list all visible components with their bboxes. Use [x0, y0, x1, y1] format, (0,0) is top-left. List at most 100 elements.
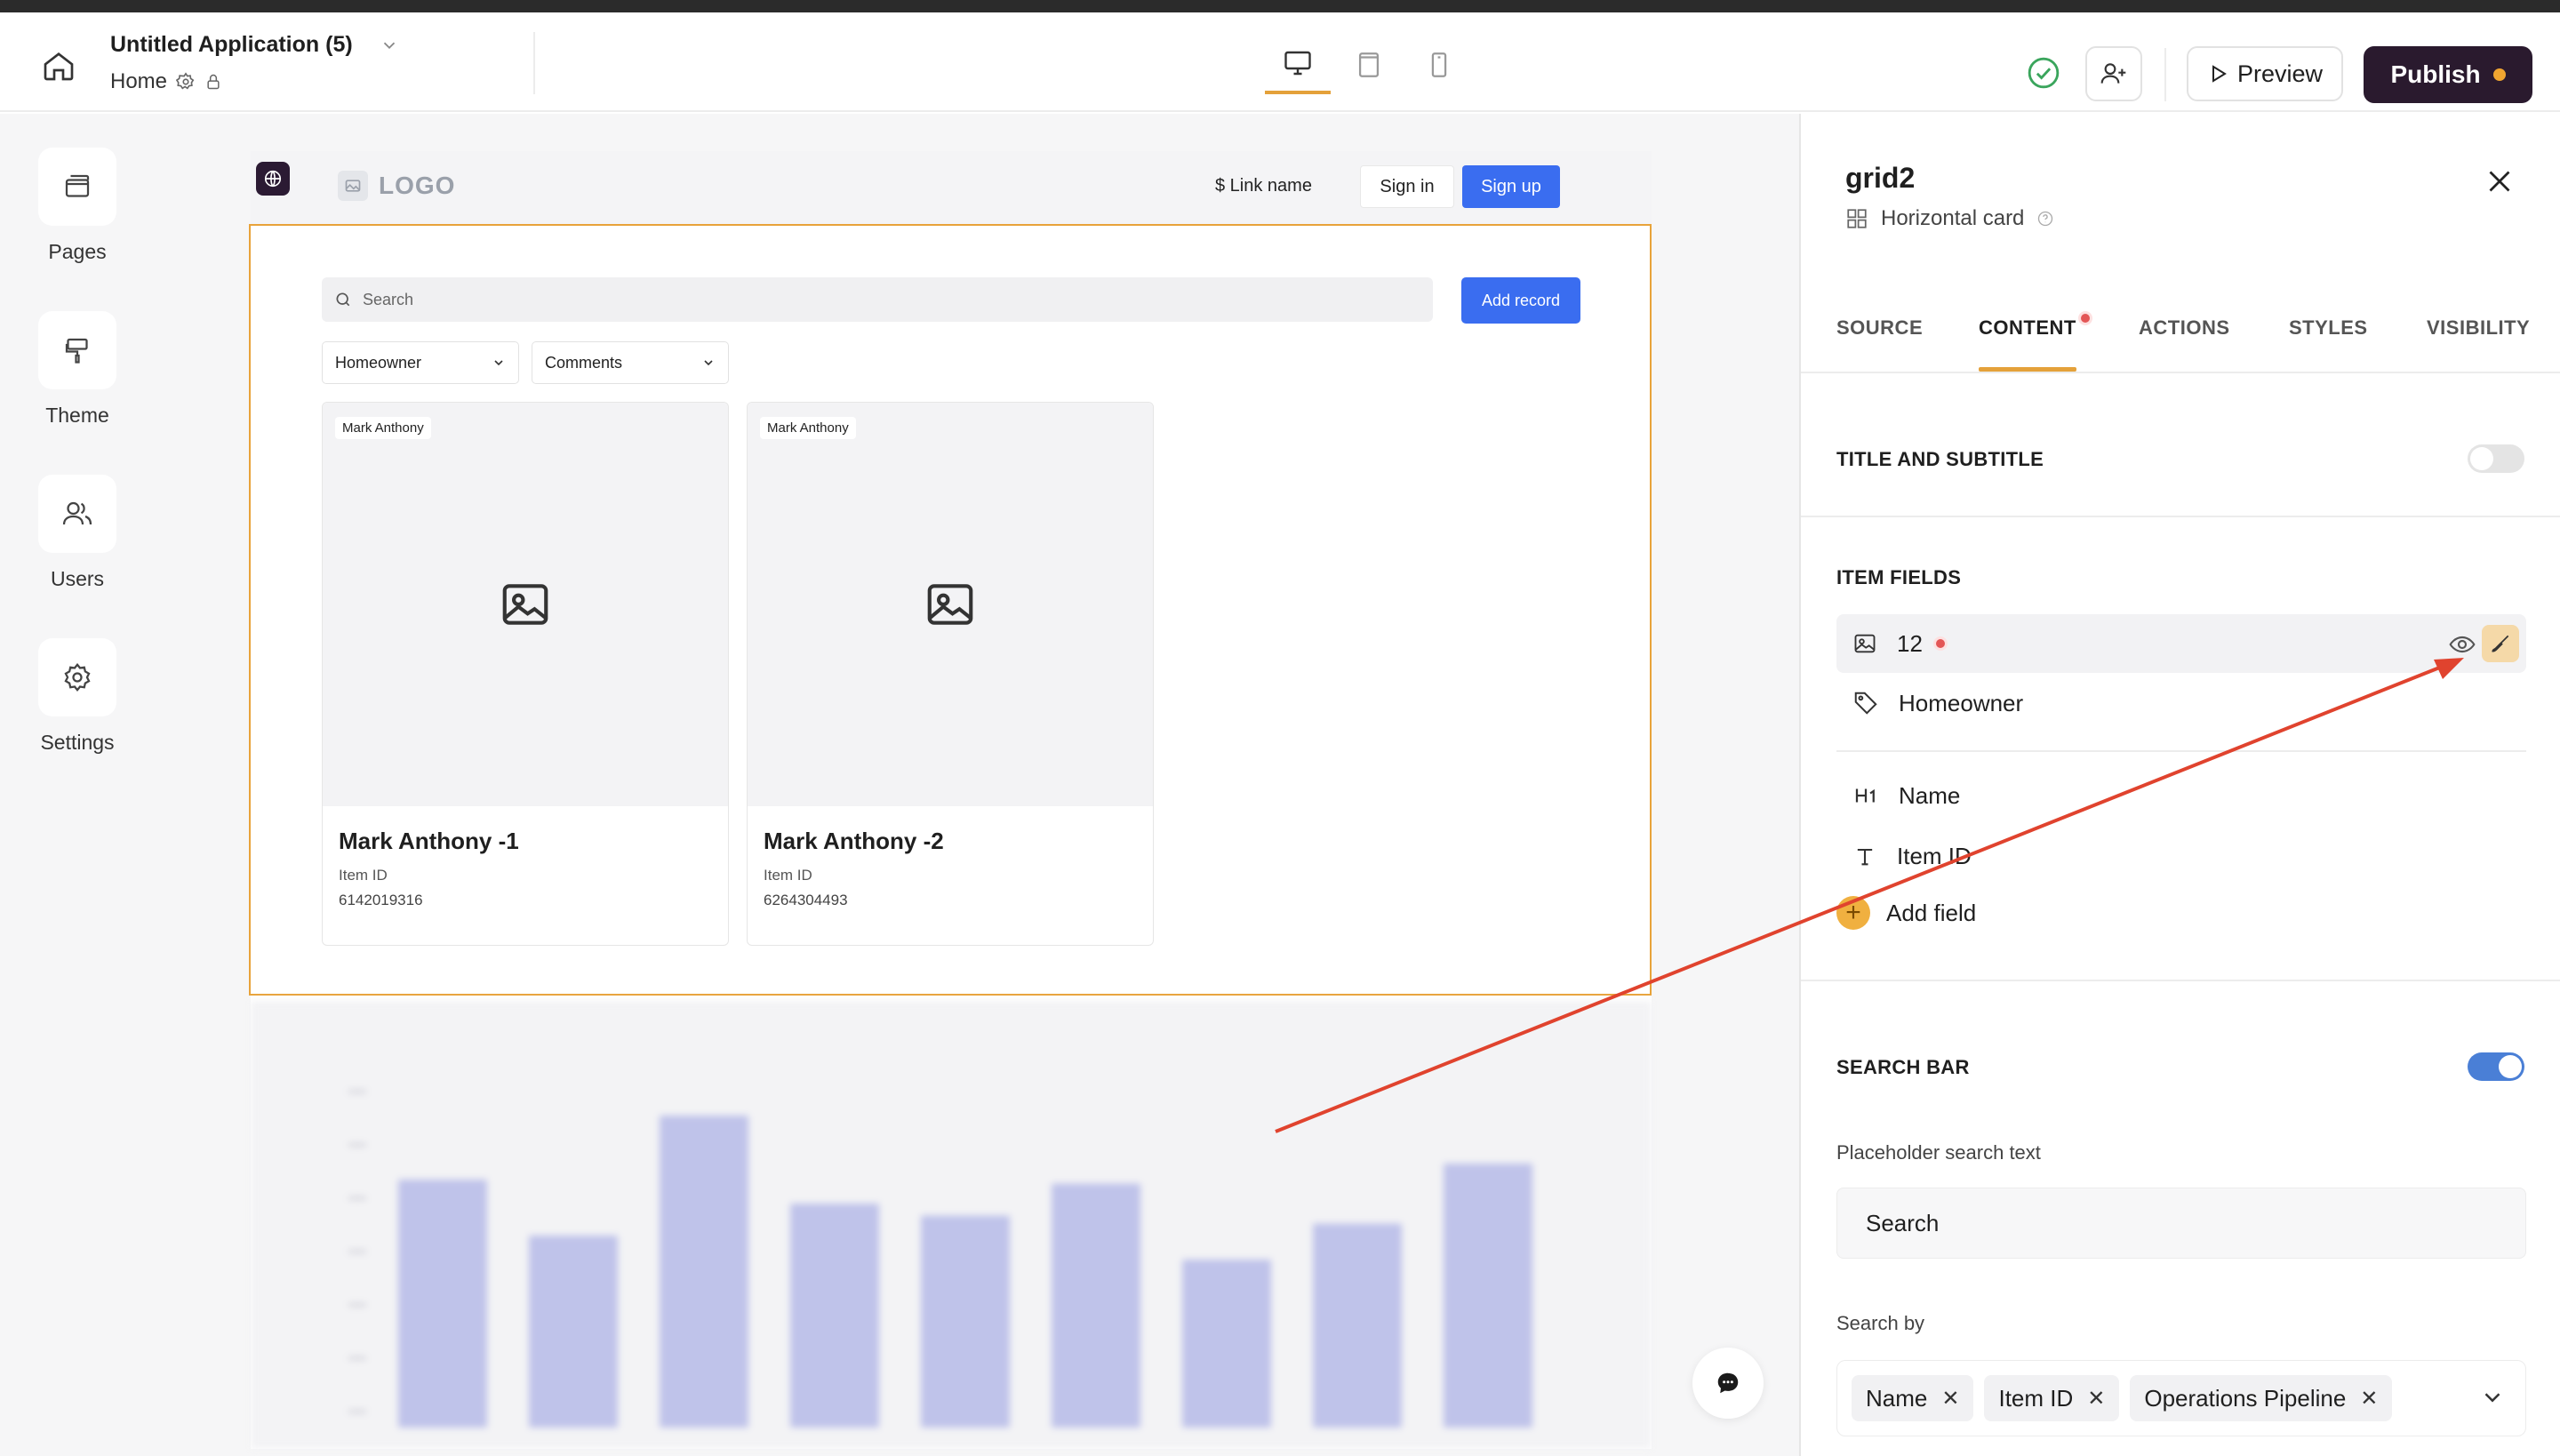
image-icon: [1854, 634, 1876, 653]
item-field-name[interactable]: Name: [1836, 766, 2526, 825]
close-panel-button[interactable]: [2478, 160, 2521, 203]
page-selector[interactable]: Home: [110, 69, 222, 94]
sidebar-item-settings[interactable]: Settings: [0, 638, 155, 755]
window-top-strip: [0, 0, 2560, 12]
settings-tile[interactable]: [38, 638, 116, 716]
item-field-item-id[interactable]: Item ID: [1836, 827, 2526, 885]
component-type-label: Horizontal card: [1881, 206, 2025, 230]
chart-bar: [790, 1204, 879, 1428]
item-field-image[interactable]: 12: [1836, 614, 2526, 673]
help-icon[interactable]: [2036, 210, 2054, 228]
page-settings-icon[interactable]: [176, 72, 196, 92]
chevron-down-icon: [704, 360, 713, 366]
item-fields-heading: ITEM FIELDS: [1836, 566, 1962, 588]
search-by-chip[interactable]: Name ✕: [1852, 1375, 1974, 1421]
publish-label: Publish: [2390, 60, 2481, 88]
chip-label: Name: [1866, 1384, 1928, 1412]
device-desktop-button[interactable]: [1265, 36, 1331, 94]
card-image-placeholder: [323, 403, 728, 806]
grid-icon: [1847, 209, 1867, 228]
unpublished-changes-dot: [2492, 68, 2506, 81]
remove-chip-icon[interactable]: ✕: [2360, 1386, 2378, 1412]
tab-actions[interactable]: ACTIONS: [2139, 316, 2230, 380]
card-title: Mark Anthony -1: [339, 828, 519, 854]
chart-tick: [348, 1303, 366, 1307]
sidebar-item-label: Theme: [45, 404, 109, 427]
sign-up-button[interactable]: Sign up: [1462, 165, 1560, 208]
item-field-label: Homeowner: [1899, 689, 2024, 716]
grid-card[interactable]: Mark Anthony Mark Anthony -2 Item ID 626…: [747, 402, 1154, 946]
sidebar-item-theme[interactable]: Theme: [0, 311, 155, 428]
invite-user-button[interactable]: [2085, 46, 2142, 101]
tab-visibility[interactable]: VISIBILITY: [2427, 316, 2530, 380]
item-field-homeowner[interactable]: Homeowner: [1836, 674, 2526, 732]
device-mobile-button[interactable]: [1406, 36, 1472, 94]
sidebar-item-users[interactable]: Users: [0, 475, 155, 591]
search-by-chip[interactable]: Operations Pipeline ✕: [2130, 1375, 2393, 1421]
app-title-text: Untitled Application (5): [110, 32, 353, 57]
card-field-label: Item ID: [339, 867, 388, 884]
publish-button[interactable]: Publish: [2364, 46, 2532, 103]
tablet-icon: [1358, 52, 1380, 77]
grid-card[interactable]: Mark Anthony Mark Anthony -1 Item ID 614…: [322, 402, 729, 946]
chart-tick: [348, 1196, 366, 1200]
title-subtitle-heading: TITLE AND SUBTITLE: [1836, 448, 2044, 470]
properties-panel: grid2 Horizontal card SOURCE CONTENT ACT…: [1799, 114, 2560, 1456]
search-placeholder: Search: [363, 290, 414, 308]
tab-content[interactable]: CONTENT: [1979, 311, 2092, 380]
preview-label: Preview: [2236, 60, 2324, 87]
tab-source[interactable]: SOURCE: [1836, 316, 1923, 380]
chat-bubble-icon: [1717, 1372, 1739, 1394]
users-tile[interactable]: [38, 475, 116, 553]
sidebar-item-pages[interactable]: Pages: [0, 148, 155, 264]
chevron-down-icon[interactable]: [2479, 1384, 2506, 1411]
home-button[interactable]: [34, 41, 84, 91]
selected-grid-component[interactable]: Search Add record Homeowner Comments Mar…: [249, 224, 1652, 996]
grid-search-input[interactable]: Search: [322, 277, 1433, 322]
eye-icon[interactable]: [2448, 630, 2476, 659]
title-subtitle-toggle[interactable]: [2468, 444, 2524, 473]
globe-icon: [264, 170, 282, 188]
page-preview: LOGO $ Link name Sign in Sign up Search …: [249, 151, 1652, 1449]
sign-in-button[interactable]: Sign in: [1360, 165, 1454, 208]
remove-chip-icon[interactable]: ✕: [1941, 1386, 1959, 1412]
brush-icon: [2492, 635, 2509, 652]
search-by-chip[interactable]: Item ID ✕: [1984, 1375, 2120, 1421]
chart-bar: [1052, 1183, 1140, 1428]
add-record-button[interactable]: Add record: [1461, 277, 1580, 324]
pages-tile[interactable]: [38, 148, 116, 226]
lock-icon[interactable]: [204, 73, 222, 91]
app-navbar[interactable]: LOGO $ Link name Sign in Sign up: [251, 151, 1652, 224]
preview-button[interactable]: Preview: [2187, 46, 2343, 101]
section-divider: [1801, 516, 2560, 517]
search-by-multiselect[interactable]: Name ✕ Item ID ✕ Operations Pipeline ✕: [1836, 1360, 2526, 1436]
filter-homeowner[interactable]: Homeowner: [322, 341, 519, 384]
device-tablet-button[interactable]: [1336, 36, 1402, 94]
nav-link[interactable]: $ Link name: [1215, 176, 1312, 196]
remove-chip-icon[interactable]: ✕: [2087, 1386, 2105, 1412]
chevron-down-icon[interactable]: [380, 36, 399, 55]
app-title[interactable]: Untitled Application (5): [110, 32, 399, 58]
filter-comments[interactable]: Comments: [532, 341, 729, 384]
blurred-chart-component[interactable]: [251, 1001, 1652, 1449]
logo-text: LOGO: [379, 172, 456, 199]
theme-tile[interactable]: [38, 311, 116, 389]
component-name[interactable]: grid2: [1845, 162, 1915, 195]
tab-styles[interactable]: STYLES: [2289, 316, 2368, 380]
chat-support-button[interactable]: [1692, 1348, 1764, 1419]
app-logo[interactable]: LOGO: [338, 171, 455, 201]
search-bar-toggle[interactable]: [2468, 1052, 2524, 1081]
chevron-down-icon: [494, 360, 503, 366]
add-field-button[interactable]: + Add field: [1836, 896, 1976, 930]
chart-tick: [348, 1250, 366, 1253]
sidebar-item-label: Users: [50, 567, 105, 590]
home-icon: [44, 52, 74, 81]
chart-tick: [348, 1090, 366, 1093]
header-divider-2: [2164, 48, 2166, 101]
globe-badge[interactable]: [256, 162, 290, 196]
style-field-button[interactable]: [2482, 625, 2519, 662]
search-by-label: Search by: [1836, 1312, 1925, 1334]
card-field-value: 6264304493: [764, 892, 848, 908]
placeholder-search-input[interactable]: Search: [1836, 1188, 2526, 1259]
saved-check-icon: [2028, 57, 2060, 89]
